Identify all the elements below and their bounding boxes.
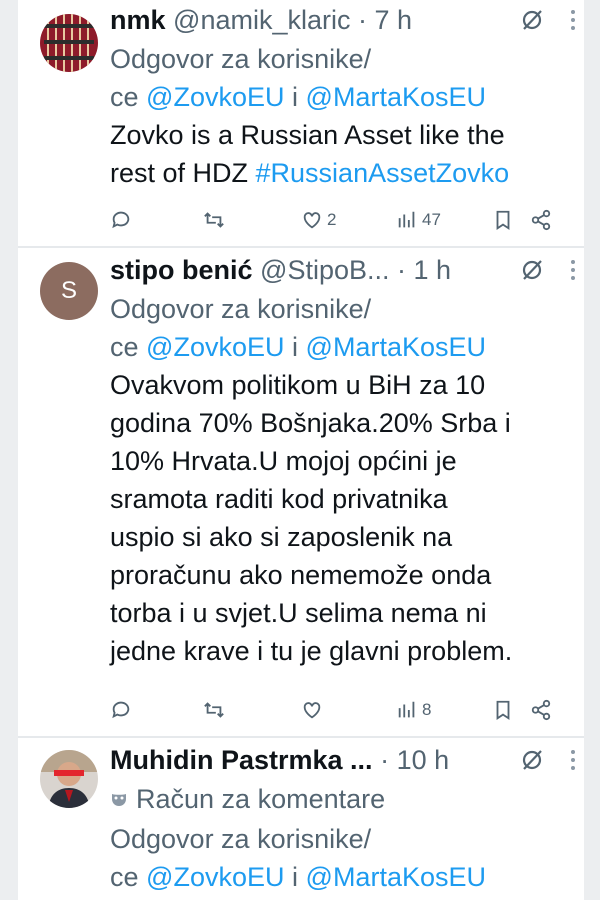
retweet-button[interactable] xyxy=(203,200,225,240)
bookmark-icon xyxy=(496,700,510,720)
conjunction: i xyxy=(292,82,299,112)
bookmark-button[interactable] xyxy=(492,200,514,240)
mention-link[interactable]: @MartaKosEU xyxy=(306,82,486,112)
mention-link[interactable]: @ZovkoEU xyxy=(146,82,284,112)
share-icon xyxy=(531,209,551,231)
display-name[interactable]: Muhidin Pastrmka ... xyxy=(110,745,373,775)
views-button[interactable]: 47 xyxy=(396,200,441,240)
avatar-letter: S xyxy=(60,277,77,304)
retweet-button[interactable] xyxy=(203,690,225,730)
more-icon[interactable] xyxy=(570,259,576,281)
mention-link[interactable]: @MartaKosEU xyxy=(306,862,486,892)
grok-icon[interactable] xyxy=(520,258,544,282)
like-count: 2 xyxy=(327,210,337,229)
separator: · xyxy=(380,745,390,775)
bookmark-icon xyxy=(496,210,510,230)
reply-context: Odgovor za korisnike/ xyxy=(110,40,584,78)
conjunction: i xyxy=(292,862,299,892)
account-label-text: Račun za komentare xyxy=(136,784,386,814)
more-icon[interactable] xyxy=(570,9,576,31)
like-button[interactable]: 2 xyxy=(301,200,336,240)
reply-label: Odgovor za korisnike/ xyxy=(110,824,372,854)
display-name[interactable]: stipo benić xyxy=(110,255,253,285)
right-margin xyxy=(584,0,600,900)
reply-label-suffix: ce xyxy=(110,862,139,892)
bookmark-button[interactable] xyxy=(492,690,514,730)
tweet-text-line: sramota raditi kod privatnika xyxy=(110,484,448,514)
like-icon xyxy=(303,702,321,719)
tweet-text-span: rest of HDZ xyxy=(110,158,256,188)
share-button[interactable] xyxy=(530,200,552,240)
reply-button[interactable] xyxy=(110,200,132,240)
hashtag-link[interactable]: #RussianAssetZovko xyxy=(256,158,510,188)
views-button[interactable]: 8 xyxy=(396,690,431,730)
reply-label-suffix: ce xyxy=(110,82,139,112)
reply-label: Odgovor za korisnike/ xyxy=(110,44,372,74)
reply-context-mentions: ce @ZovkoEU i @MartaKosEU xyxy=(110,858,584,896)
like-icon xyxy=(303,212,321,229)
like-button[interactable] xyxy=(301,690,327,730)
tweet-text-line: Ovakvom politikom u BiH za 10 xyxy=(110,370,486,400)
reply-icon xyxy=(112,211,130,229)
tweet-text-line: Zovko is a Russian Asset like the xyxy=(110,120,505,150)
timestamp[interactable]: 1 h xyxy=(414,255,452,285)
views-icon xyxy=(398,211,415,228)
handle[interactable]: @StipoB... xyxy=(260,255,389,285)
display-name[interactable]: nmk xyxy=(110,5,166,35)
action-bar: 2 47 xyxy=(18,200,584,240)
view-count: 47 xyxy=(422,210,441,229)
timestamp[interactable]: 7 h xyxy=(375,5,413,35)
reply-icon xyxy=(112,701,130,719)
views-icon xyxy=(398,701,415,718)
tweet-2[interactable]: S stipo benić @StipoB... · 1 h Odgovor z… xyxy=(18,248,584,736)
tweet-text-line: proračunu ako nememože onda xyxy=(110,560,492,590)
reply-button[interactable] xyxy=(110,690,132,730)
tweet-1[interactable]: nmk @namik_klaric · 7 h Odgovor za koris… xyxy=(18,0,584,246)
reply-label: Odgovor za korisnike/ xyxy=(110,294,372,324)
reply-context-mentions: ce @ZovkoEU i @MartaKosEU xyxy=(110,328,584,366)
reply-context-mentions: ce @ZovkoEU i @MartaKosEU xyxy=(110,78,584,116)
reply-label-suffix: ce xyxy=(110,332,139,362)
tweet-header: stipo benić @StipoB... · 1 h xyxy=(110,250,584,290)
separator: · xyxy=(397,255,407,285)
mask-icon xyxy=(112,794,126,806)
reply-context: Odgovor za korisnike/ xyxy=(110,820,584,858)
tweet-text: Ovakvom politikom u BiH za 10 godina 70%… xyxy=(110,366,584,670)
separator: · xyxy=(358,5,368,35)
tweet-text: Zovko is a Russian Asset like the rest o… xyxy=(110,116,584,192)
mention-link[interactable]: @ZovkoEU xyxy=(146,862,284,892)
retweet-icon xyxy=(204,212,224,228)
action-bar: 8 xyxy=(18,690,584,730)
tweet-text-line: jedne krave i tu je glavni problem. xyxy=(110,636,513,666)
view-count: 8 xyxy=(422,700,432,719)
avatar[interactable]: S xyxy=(40,262,98,320)
tweet-3[interactable]: Muhidin Pastrmka ... · 10 h Račun za kom… xyxy=(18,738,584,900)
account-label: Račun za komentare xyxy=(110,780,584,818)
mention-link[interactable]: @MartaKosEU xyxy=(306,332,486,362)
share-button[interactable] xyxy=(530,690,552,730)
mention-link[interactable]: @ZovkoEU xyxy=(146,332,284,362)
retweet-icon xyxy=(204,702,224,718)
left-margin xyxy=(0,0,18,900)
reply-context: Odgovor za korisnike/ xyxy=(110,290,584,328)
tweet-text-line: godina 70% Bošnjaka.20% Srba i xyxy=(110,408,511,438)
tweet-text-line: uspio si ako si zaposlenik na xyxy=(110,522,453,552)
grok-icon[interactable] xyxy=(520,748,544,772)
share-icon xyxy=(531,699,551,721)
tweet-text-line: torba i u svjet.U selima nema ni xyxy=(110,598,487,628)
tweet-header: Muhidin Pastrmka ... · 10 h xyxy=(110,740,584,780)
handle[interactable]: @namik_klaric xyxy=(173,5,350,35)
timestamp[interactable]: 10 h xyxy=(397,745,450,775)
avatar[interactable] xyxy=(40,750,98,808)
more-icon[interactable] xyxy=(570,749,576,771)
tweet-header: nmk @namik_klaric · 7 h xyxy=(110,0,584,40)
tweet-text-line: rest of HDZ #RussianAssetZovko xyxy=(110,154,584,192)
grok-icon[interactable] xyxy=(520,8,544,32)
avatar[interactable] xyxy=(40,14,98,72)
conjunction: i xyxy=(292,332,299,362)
tweet-text-line: 10% Hrvata.U mojoj općini je xyxy=(110,446,457,476)
